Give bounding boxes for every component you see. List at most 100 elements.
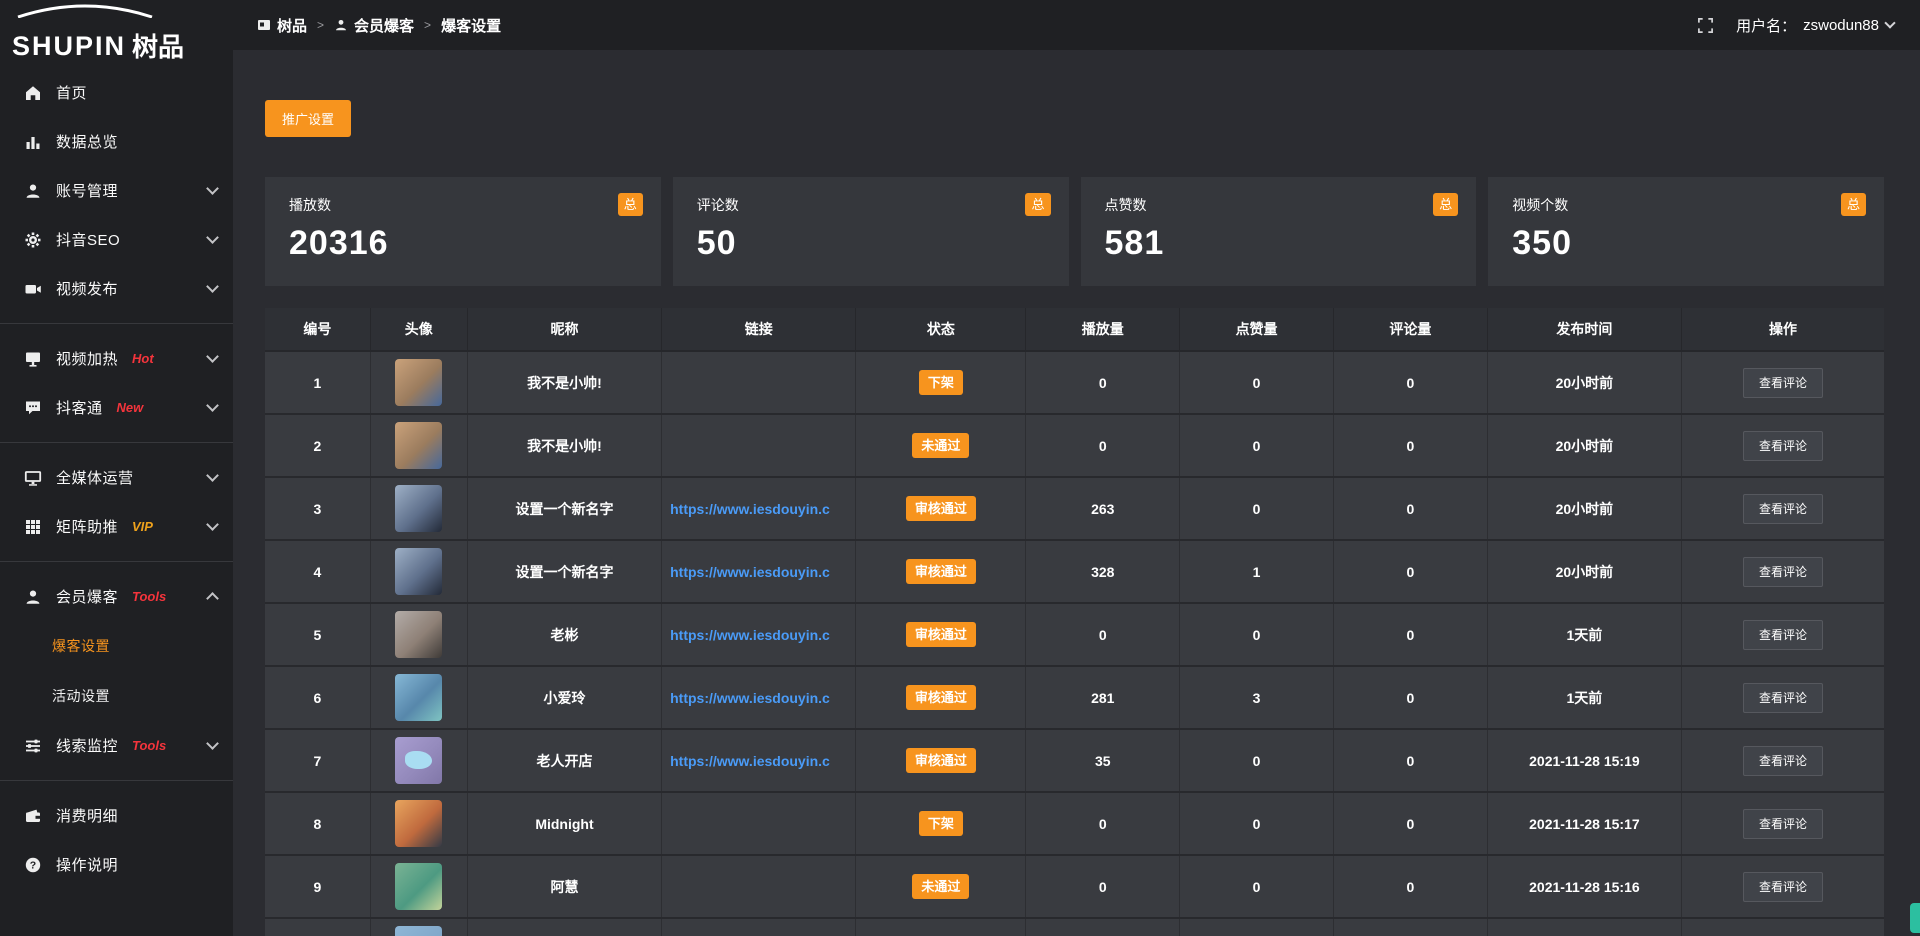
table-header-row: 编号头像昵称链接状态播放量点赞量评论量发布时间操作 [265, 308, 1884, 351]
stat-card-label: 评论数 [697, 195, 1049, 215]
view-comments-button[interactable]: 查看评论 [1743, 557, 1823, 587]
sidebar-item-7[interactable]: 全媒体运营 [0, 453, 233, 502]
sidebar-item-10[interactable]: 线索监控Tools [0, 721, 233, 770]
sidebar-item-12[interactable]: ?操作说明 [0, 840, 233, 889]
video-link[interactable]: https://www.iesdouyin.c [670, 753, 830, 769]
sidebar-item-label: 账号管理 [56, 180, 118, 201]
sidebar-item-label: 操作说明 [56, 854, 118, 875]
status-badge[interactable]: 审核通过 [906, 685, 976, 710]
cell-plays: 0 [1026, 603, 1180, 666]
table-row: 5老彬https://www.iesdouyin.c审核通过0001天前查看评论 [265, 603, 1884, 666]
view-comments-button[interactable]: 查看评论 [1743, 620, 1823, 650]
chevron-down-icon [206, 350, 219, 363]
view-comments-button[interactable]: 查看评论 [1743, 746, 1823, 776]
cell-comments: 0 [1333, 603, 1487, 666]
cell-likes: 0 [1180, 855, 1334, 918]
status-badge[interactable]: 审核通过 [906, 622, 976, 647]
cell-status: 未通过 [856, 414, 1026, 477]
monitor-icon [24, 469, 42, 487]
status-badge[interactable]: 审核通过 [906, 559, 976, 584]
status-badge[interactable]: 审核通过 [906, 748, 976, 773]
cell-time: 20小时前 [1487, 540, 1681, 603]
video-link[interactable]: https://www.iesdouyin.c [670, 627, 830, 643]
cell-action: 查看评论 [1682, 729, 1884, 792]
sidebar-item-9[interactable]: 会员爆客Tools [0, 572, 233, 621]
status-badge[interactable]: 下架 [919, 370, 963, 395]
sidebar-item-5[interactable]: 视频加热Hot [0, 334, 233, 383]
cell-comments: 0 [1333, 414, 1487, 477]
stat-card-1: 评论数50总 [673, 177, 1069, 286]
cell-time: 1天前 [1487, 603, 1681, 666]
video-link[interactable]: https://www.iesdouyin.c [670, 690, 830, 706]
cell-plays [1026, 918, 1180, 936]
sidebar-subitem-9-0[interactable]: 爆客设置 [0, 621, 233, 671]
fullscreen-icon[interactable] [1697, 17, 1714, 34]
sidebar-item-label: 抖音SEO [56, 229, 120, 250]
view-comments-button[interactable]: 查看评论 [1743, 431, 1823, 461]
sidebar-item-8[interactable]: 矩阵助推 VIP [0, 502, 233, 551]
sidebar-item-0[interactable]: 首页 [0, 68, 233, 117]
cell-comments: 0 [1333, 351, 1487, 414]
sidebar-item-2[interactable]: 账号管理 [0, 166, 233, 215]
cell-likes: 1 [1180, 540, 1334, 603]
view-comments-button[interactable]: 查看评论 [1743, 809, 1823, 839]
cell-likes: 0 [1180, 729, 1334, 792]
username-label: 用户名： [1736, 15, 1796, 36]
video-link[interactable]: https://www.iesdouyin.c [670, 564, 830, 580]
video-link[interactable]: https://www.iesdouyin.c [670, 501, 830, 517]
stat-card-value: 581 [1105, 224, 1457, 263]
cell-id: 5 [265, 603, 370, 666]
view-comments-button[interactable]: 查看评论 [1743, 683, 1823, 713]
sidebar-item-label: 视频发布 [56, 278, 118, 299]
avatar [395, 800, 442, 847]
status-badge[interactable]: 下架 [919, 811, 963, 836]
cell-action: 查看评论 [1682, 666, 1884, 729]
status-badge[interactable]: 未通过 [912, 874, 969, 899]
cell-link [662, 918, 856, 936]
view-comments-button[interactable]: 查看评论 [1743, 368, 1823, 398]
user-menu[interactable]: 用户名： zswodun88 [1736, 15, 1894, 36]
sidebar-subitem-9-1[interactable]: 活动设置 [0, 671, 233, 721]
breadcrumb-item-1[interactable]: 会员爆客 [334, 15, 414, 36]
table-row: 4设置一个新名字https://www.iesdouyin.c审核通过32810… [265, 540, 1884, 603]
sidebar-item-tag: VIP [132, 519, 153, 534]
cell-plays: 281 [1026, 666, 1180, 729]
sidebar-item-11[interactable]: 消费明细 [0, 791, 233, 840]
screen-icon [24, 350, 42, 368]
cell-action: 查看评论 [1682, 414, 1884, 477]
cell-comments: 0 [1333, 477, 1487, 540]
cell-action: 查看评论 [1682, 540, 1884, 603]
breadcrumb: 树品>会员爆客>爆客设置 [257, 15, 501, 36]
avatar [395, 548, 442, 595]
promotion-settings-button[interactable]: 推广设置 [265, 100, 351, 137]
table-row: 8Midnight下架0002021-11-28 15:17查看评论 [265, 792, 1884, 855]
sidebar-item-1[interactable]: 数据总览 [0, 117, 233, 166]
cell-nickname: Midnight [467, 792, 661, 855]
view-comments-button[interactable]: 查看评论 [1743, 494, 1823, 524]
sidebar-item-6[interactable]: 抖客通New [0, 383, 233, 432]
cell-id: 9 [265, 855, 370, 918]
sidebar-item-4[interactable]: 视频发布 [0, 264, 233, 313]
cell-status: 审核通过 [856, 666, 1026, 729]
cell-link: https://www.iesdouyin.c [662, 603, 856, 666]
cell-id: 4 [265, 540, 370, 603]
status-badge[interactable]: 未通过 [912, 433, 969, 458]
view-comments-button[interactable]: 查看评论 [1743, 872, 1823, 902]
cell-status: 审核通过 [856, 729, 1026, 792]
chat-float-widget[interactable] [1910, 903, 1920, 933]
cell-comments: 0 [1333, 855, 1487, 918]
sidebar-item-label: 矩阵助推 [56, 516, 118, 537]
cell-nickname: 老人开店 [467, 729, 661, 792]
avatar [395, 737, 442, 784]
breadcrumb-item-0[interactable]: 树品 [257, 15, 307, 36]
cell-action: 查看评论 [1682, 477, 1884, 540]
stat-card-value: 20316 [289, 224, 641, 263]
breadcrumb-item-2[interactable]: 爆客设置 [441, 15, 501, 36]
sidebar: SHUPIN 树品 首页数据总览账号管理抖音SEO视频发布视频加热Hot抖客通N… [0, 0, 233, 936]
status-badge[interactable]: 审核通过 [906, 496, 976, 521]
member-icon [24, 588, 42, 606]
cell-plays: 328 [1026, 540, 1180, 603]
cell-id: 2 [265, 414, 370, 477]
sidebar-item-3[interactable]: 抖音SEO [0, 215, 233, 264]
gear-icon [24, 231, 42, 249]
